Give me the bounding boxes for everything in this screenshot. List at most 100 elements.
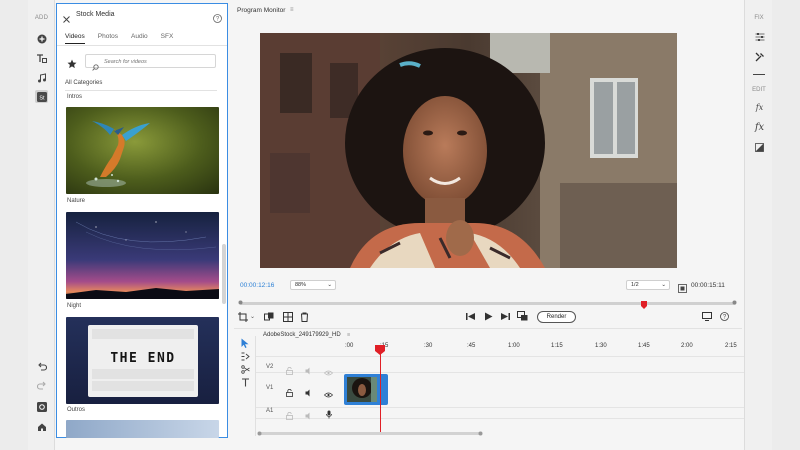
left-tool-rail: ADD St — [28, 0, 55, 450]
adjust-sliders-icon[interactable] — [753, 30, 766, 43]
stock-media-panel: Stock Media ? Videos Photos Audio SFX Al… — [56, 3, 228, 438]
type-tool-icon[interactable] — [241, 378, 250, 387]
chevron-down-icon[interactable]: ⌄ — [250, 313, 255, 320]
media-thumbnail-sky[interactable] — [66, 420, 219, 438]
help-icon[interactable]: ? — [720, 312, 729, 321]
media-type-tabs: Videos Photos Audio SFX — [65, 33, 186, 44]
track-label-a1: A1 — [266, 408, 274, 414]
panel-scrollbar[interactable] — [222, 244, 226, 304]
insert-icon[interactable] — [283, 312, 293, 322]
svg-text:?: ? — [723, 315, 727, 321]
fx-glyph: fx — [755, 103, 764, 112]
panel-menu-icon[interactable]: ≡ — [347, 332, 350, 338]
track-label-v1: V1 — [266, 385, 274, 391]
timeline-tools — [234, 336, 256, 436]
scrub-end-handle[interactable] — [732, 300, 737, 305]
undo-icon[interactable] — [35, 360, 48, 373]
close-icon[interactable] — [63, 10, 70, 28]
scrub-bar[interactable] — [240, 302, 736, 305]
razor-scissors-icon[interactable] — [241, 365, 250, 374]
video-preview — [260, 33, 677, 268]
chevron-down-icon: ⌄ — [327, 282, 332, 288]
home-icon[interactable] — [35, 420, 48, 433]
help-icon[interactable]: ? — [213, 10, 222, 28]
ruler-tick: :45 — [467, 343, 476, 349]
tab-audio[interactable]: Audio — [131, 33, 148, 44]
trash-icon[interactable] — [300, 312, 309, 322]
title-text-icon[interactable] — [35, 52, 48, 65]
skip-back-icon[interactable] — [466, 312, 475, 321]
stock-media-icon[interactable]: St — [35, 90, 48, 103]
stock-panel-header: Stock Media ? — [57, 4, 227, 26]
lock-icon[interactable] — [286, 362, 293, 380]
search-box[interactable] — [85, 54, 216, 71]
eye-icon[interactable] — [323, 385, 334, 403]
play-icon[interactable] — [484, 312, 493, 321]
speaker-icon[interactable] — [305, 362, 313, 380]
speaker-icon[interactable] — [305, 384, 313, 402]
media-thumbnail-night-sky[interactable] — [66, 212, 219, 299]
tab-videos[interactable]: Videos — [65, 33, 85, 44]
chevron-down-icon: ⌄ — [661, 282, 666, 288]
scroll-start-handle[interactable] — [257, 431, 262, 436]
search-input[interactable] — [104, 57, 212, 66]
right-tool-rail: FIX EDIT fx fx — [744, 0, 772, 450]
time-ruler[interactable]: :00 :15 :30 :45 1:00 1:15 1:30 1:45 2:00… — [345, 343, 745, 353]
scroll-end-handle[interactable] — [478, 431, 483, 436]
zoom-select[interactable]: 88% ⌄ — [290, 280, 336, 290]
fit-screen-icon[interactable] — [678, 280, 687, 298]
scrub-start-handle[interactable] — [238, 300, 243, 305]
tab-photos[interactable]: Photos — [98, 33, 118, 44]
color-contrast-icon[interactable] — [753, 141, 766, 154]
export-icon[interactable] — [35, 400, 48, 413]
tab-sfx[interactable]: SFX — [161, 33, 174, 44]
music-note-icon[interactable] — [35, 71, 48, 84]
ruler-tick: :30 — [424, 343, 433, 349]
fx-glyph: fx — [754, 122, 765, 133]
cast-screen-icon[interactable] — [702, 312, 712, 321]
fix-section-label: FIX — [754, 15, 764, 21]
effects-fx-icon[interactable]: fx — [753, 101, 766, 114]
function-fx-icon[interactable]: fx — [753, 121, 766, 134]
microphone-icon[interactable] — [326, 406, 332, 424]
toolbar-divider — [234, 328, 742, 329]
track-select-icon[interactable] — [241, 352, 250, 361]
ruler-tick: 1:15 — [551, 343, 563, 349]
crop-icon[interactable] — [238, 312, 248, 322]
timeline-playhead[interactable] — [375, 342, 385, 360]
redo-icon[interactable] — [35, 379, 48, 392]
stock-panel-title: Stock Media — [76, 11, 115, 18]
lightbox-text: THE END — [110, 351, 175, 366]
export-frame-icon[interactable] — [517, 311, 528, 321]
skip-forward-icon[interactable] — [501, 312, 510, 321]
search-row — [65, 54, 217, 71]
category-selector[interactable]: All Categories — [65, 80, 102, 86]
search-icon — [92, 58, 99, 76]
lock-icon[interactable] — [286, 407, 293, 425]
scrub-playhead[interactable] — [641, 296, 647, 314]
timeline-scrollbar[interactable] — [259, 432, 481, 435]
sequence-tab[interactable]: AdobeStock_249179929_HD — [263, 332, 341, 338]
selection-arrow-icon[interactable] — [241, 338, 249, 348]
favorites-star-icon[interactable] — [67, 56, 77, 74]
media-thumbnail-kingfisher[interactable] — [66, 107, 219, 194]
playback-quality-select[interactable]: 1/2 ⌄ — [626, 280, 670, 290]
media-thumbnail-the-end[interactable]: THE END — [66, 317, 219, 404]
program-monitor-title: Program Monitor — [237, 7, 286, 14]
add-section-label: ADD — [34, 15, 49, 21]
split-layout-icon[interactable] — [264, 312, 274, 322]
tools-wrench-icon[interactable] — [753, 50, 766, 63]
media-label-intros: Intros — [67, 94, 83, 100]
panel-menu-icon[interactable]: ≡ — [290, 7, 294, 13]
track-divider — [256, 356, 744, 357]
render-button[interactable]: Render — [537, 311, 576, 323]
category-divider — [65, 90, 217, 91]
ruler-tick: 2:15 — [725, 343, 737, 349]
rail-divider — [753, 74, 765, 75]
eye-icon[interactable] — [323, 363, 334, 381]
video-clip[interactable] — [344, 374, 388, 405]
lock-icon[interactable] — [286, 384, 293, 402]
add-plus-icon[interactable] — [35, 32, 48, 45]
speaker-icon[interactable] — [305, 407, 313, 425]
media-label-nature: Nature — [67, 198, 86, 204]
